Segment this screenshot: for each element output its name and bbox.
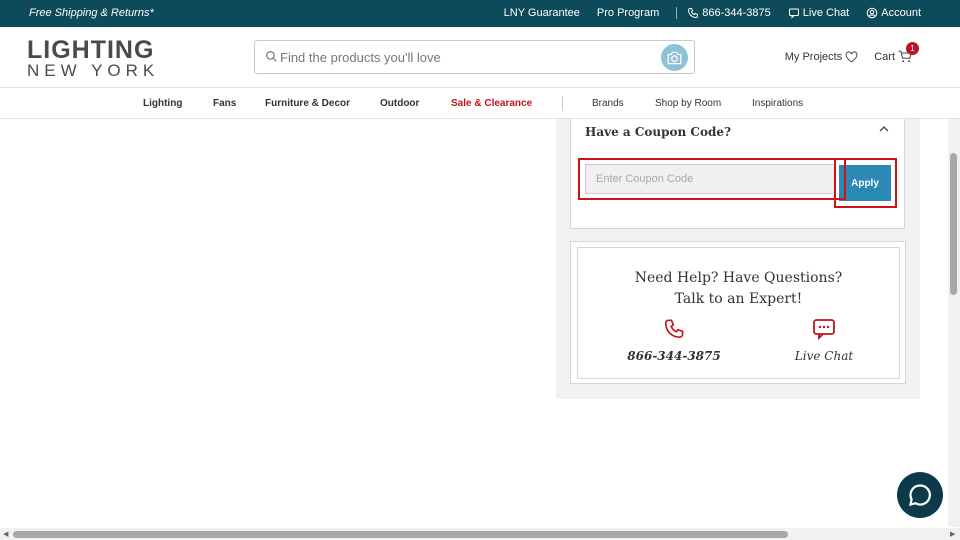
horizontal-scroll-thumb[interactable]	[13, 531, 788, 538]
highlight-apply-button	[834, 158, 897, 208]
account-icon	[867, 7, 878, 19]
nav-shop-by-room[interactable]: Shop by Room	[655, 98, 721, 109]
scroll-right-arrow[interactable]: ▶	[950, 530, 955, 538]
cart-label: Cart	[874, 50, 895, 63]
logo-line-1: LIGHTING	[27, 36, 155, 64]
cart-count-badge: 1	[906, 42, 919, 55]
cart-link[interactable]: Cart 1	[874, 42, 919, 63]
nav-brands[interactable]: Brands	[592, 98, 624, 109]
nav-fans[interactable]: Fans	[213, 98, 236, 109]
top-chat-text: Live Chat	[802, 7, 850, 19]
top-bar: Free Shipping & Returns* LNY Guarantee P…	[0, 0, 960, 27]
help-chat-link[interactable]: Live Chat	[774, 318, 874, 363]
scroll-left-arrow[interactable]: ◀	[3, 530, 8, 538]
coupon-title[interactable]: Have a Coupon Code?	[585, 125, 731, 139]
search-input[interactable]	[280, 42, 650, 72]
header-actions: My Projects Cart 1	[785, 42, 919, 63]
top-phone-text: 866-344-3875	[702, 7, 771, 19]
my-projects-label: My Projects	[784, 50, 843, 63]
site-header: LIGHTING NEW YORK My Projects Cart 1	[0, 27, 960, 87]
help-chat-text: Live Chat	[794, 349, 854, 363]
site-logo[interactable]: LIGHTING NEW YORK	[27, 37, 159, 79]
phone-icon	[664, 319, 684, 338]
visual-search-button[interactable]	[661, 44, 688, 71]
heart-icon	[845, 50, 858, 62]
nav-furniture-decor[interactable]: Furniture & Decor	[265, 98, 350, 109]
main-nav: Lighting Fans Furniture & Decor Outdoor …	[0, 87, 960, 119]
pro-program-link[interactable]: Pro Program	[597, 7, 659, 19]
nav-sale-clearance[interactable]: Sale & Clearance	[451, 98, 532, 109]
horizontal-scrollbar[interactable]: ◀ ▶	[0, 528, 960, 540]
shipping-banner[interactable]: Free Shipping & Returns*	[29, 7, 154, 19]
live-chat-launcher[interactable]	[897, 472, 943, 518]
logo-line-2: NEW YORK	[27, 61, 160, 80]
chevron-up-icon[interactable]	[878, 123, 890, 135]
vertical-scroll-thumb[interactable]	[950, 153, 957, 295]
guarantee-link[interactable]: LNY Guarantee	[504, 7, 580, 19]
help-expert: Talk to an Expert!	[674, 291, 803, 307]
vertical-scrollbar[interactable]	[948, 119, 960, 527]
nav-lighting[interactable]: Lighting	[143, 98, 182, 109]
account-text: Account	[881, 7, 921, 19]
nav-outdoor[interactable]: Outdoor	[380, 98, 419, 109]
nav-divider	[562, 96, 563, 111]
nav-inspirations[interactable]: Inspirations	[752, 98, 803, 109]
top-chat-link[interactable]: Live Chat	[788, 7, 849, 19]
highlight-coupon-input	[578, 158, 846, 200]
top-links: LNY Guarantee Pro Program 866-344-3875 L…	[504, 7, 921, 19]
chat-bubble-icon	[813, 319, 835, 341]
help-question: Need Help? Have Questions?	[634, 270, 843, 286]
chat-launcher-icon	[909, 484, 931, 506]
help-phone-text: 866-344-3875	[627, 349, 721, 363]
search-box	[254, 40, 695, 74]
camera-icon	[667, 51, 682, 64]
help-box: Need Help? Have Questions? Talk to an Ex…	[577, 247, 900, 379]
account-link[interactable]: Account	[866, 7, 921, 19]
help-phone-link[interactable]: 866-344-3875	[624, 318, 724, 363]
top-divider	[676, 7, 678, 19]
chat-icon	[788, 8, 799, 19]
top-phone-link[interactable]: 866-344-3875	[687, 7, 771, 19]
my-projects-link[interactable]: My Projects	[785, 51, 858, 63]
search-icon	[266, 51, 277, 62]
phone-icon	[688, 8, 699, 19]
help-section: Need Help? Have Questions? Talk to an Ex…	[570, 241, 906, 384]
